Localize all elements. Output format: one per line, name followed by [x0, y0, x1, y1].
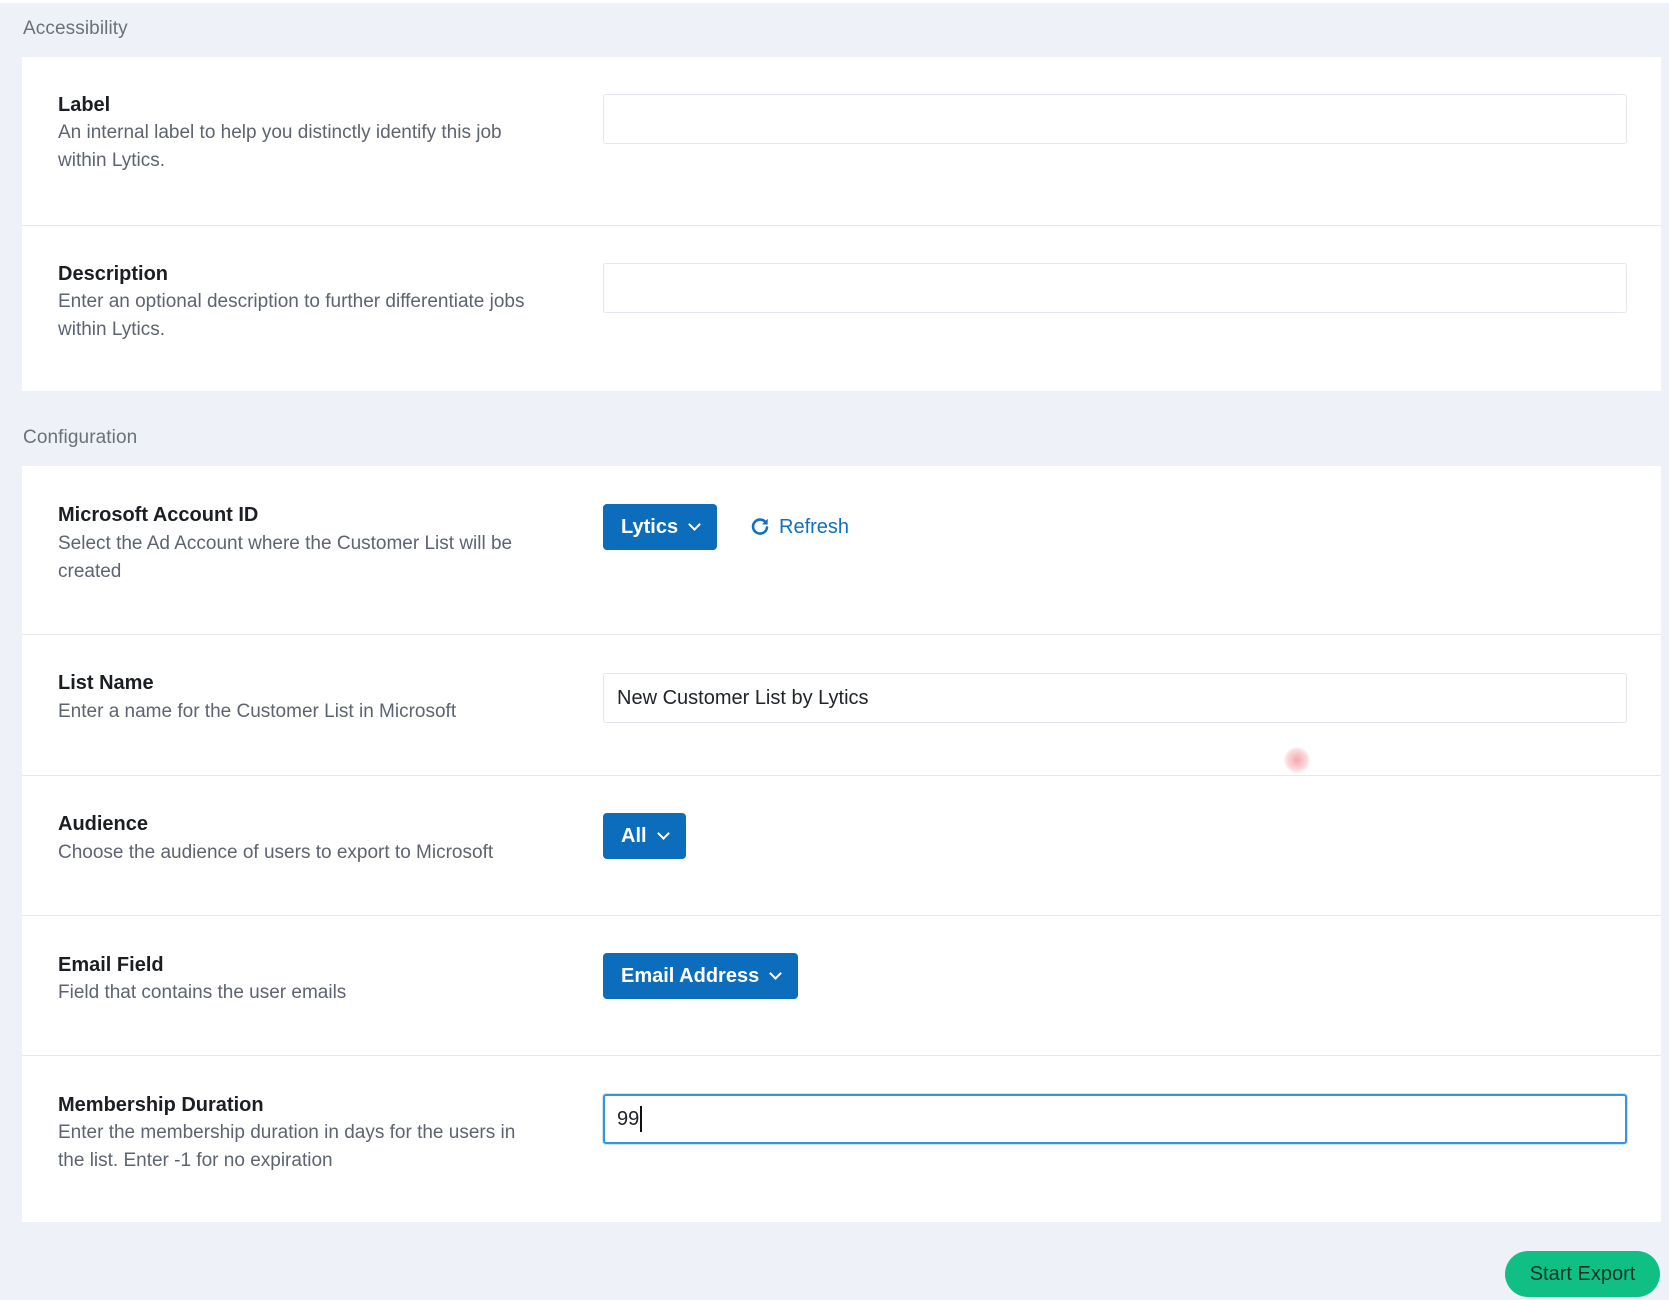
list-name-input[interactable]: New Customer List by Lytics: [603, 673, 1627, 723]
account-dropdown-value: Lytics: [621, 515, 679, 538]
top-strip: [0, 0, 1669, 3]
account-field-help: Select the Ad Account where the Customer…: [58, 533, 513, 582]
email-field-dropdown-button[interactable]: Email Address: [603, 953, 799, 999]
audience-row: Audience Choose the audience of users to…: [22, 776, 1661, 916]
description-input[interactable]: [603, 263, 1627, 313]
account-row: Microsoft Account ID Select the Ad Accou…: [22, 466, 1661, 635]
chevron-down-icon: [656, 827, 670, 840]
account-dropdown-button[interactable]: Lytics: [603, 504, 718, 550]
membership-duration-input[interactable]: 99: [603, 1094, 1627, 1144]
section-heading-configuration: Configuration: [23, 427, 138, 448]
list-name-field-title: List Name: [58, 672, 154, 694]
audience-field-title: Audience: [58, 813, 149, 835]
membership-duration-field-title: Membership Duration: [58, 1094, 264, 1116]
refresh-icon: [751, 518, 769, 535]
list-name-field-help: Enter a name for the Customer List in Mi…: [58, 701, 457, 722]
description-field-title: Description: [58, 263, 169, 285]
text-caret: [640, 1106, 643, 1132]
refresh-link[interactable]: Refresh: [750, 504, 849, 550]
refresh-label: Refresh: [779, 515, 850, 538]
membership-duration-text: 99: [605, 1096, 643, 1142]
membership-duration-value: 99: [617, 1107, 640, 1130]
email-field-help: Field that contains the user emails: [58, 982, 347, 1003]
email-field-dropdown-value: Email Address: [621, 964, 760, 987]
section-heading-accessibility: Accessibility: [23, 18, 128, 39]
chevron-down-icon: [688, 518, 701, 531]
audience-field-help: Choose the audience of users to export t…: [58, 842, 494, 863]
membership-duration-row: Membership Duration Enter the membership…: [22, 1056, 1661, 1222]
description-row: Description Enter an optional descriptio…: [22, 226, 1661, 391]
audience-dropdown-value: All: [621, 824, 647, 847]
label-input[interactable]: [603, 94, 1627, 144]
email-field-row: Email Field Field that contains the user…: [22, 916, 1661, 1056]
label-row: Label An internal label to help you dist…: [22, 57, 1661, 226]
accessibility-card: Label An internal label to help you dist…: [22, 57, 1661, 391]
membership-duration-field-help: Enter the membership duration in days fo…: [58, 1122, 516, 1171]
label-field-help: An internal label to help you distinctly…: [58, 122, 502, 171]
list-name-row: List Name Enter a name for the Customer …: [22, 635, 1661, 776]
email-field-title: Email Field: [58, 954, 164, 976]
chevron-down-icon: [769, 967, 783, 980]
mouse-cursor-indicator: [1284, 747, 1310, 773]
description-field-help: Enter an optional description to further…: [58, 291, 525, 340]
label-field-title: Label: [58, 94, 111, 116]
account-field-title: Microsoft Account ID: [58, 504, 259, 526]
start-export-button[interactable]: Start Export: [1505, 1251, 1660, 1297]
configuration-card: Microsoft Account ID Select the Ad Accou…: [22, 466, 1661, 1222]
list-name-value: New Customer List by Lytics: [617, 686, 869, 709]
audience-dropdown-button[interactable]: All: [603, 813, 686, 859]
